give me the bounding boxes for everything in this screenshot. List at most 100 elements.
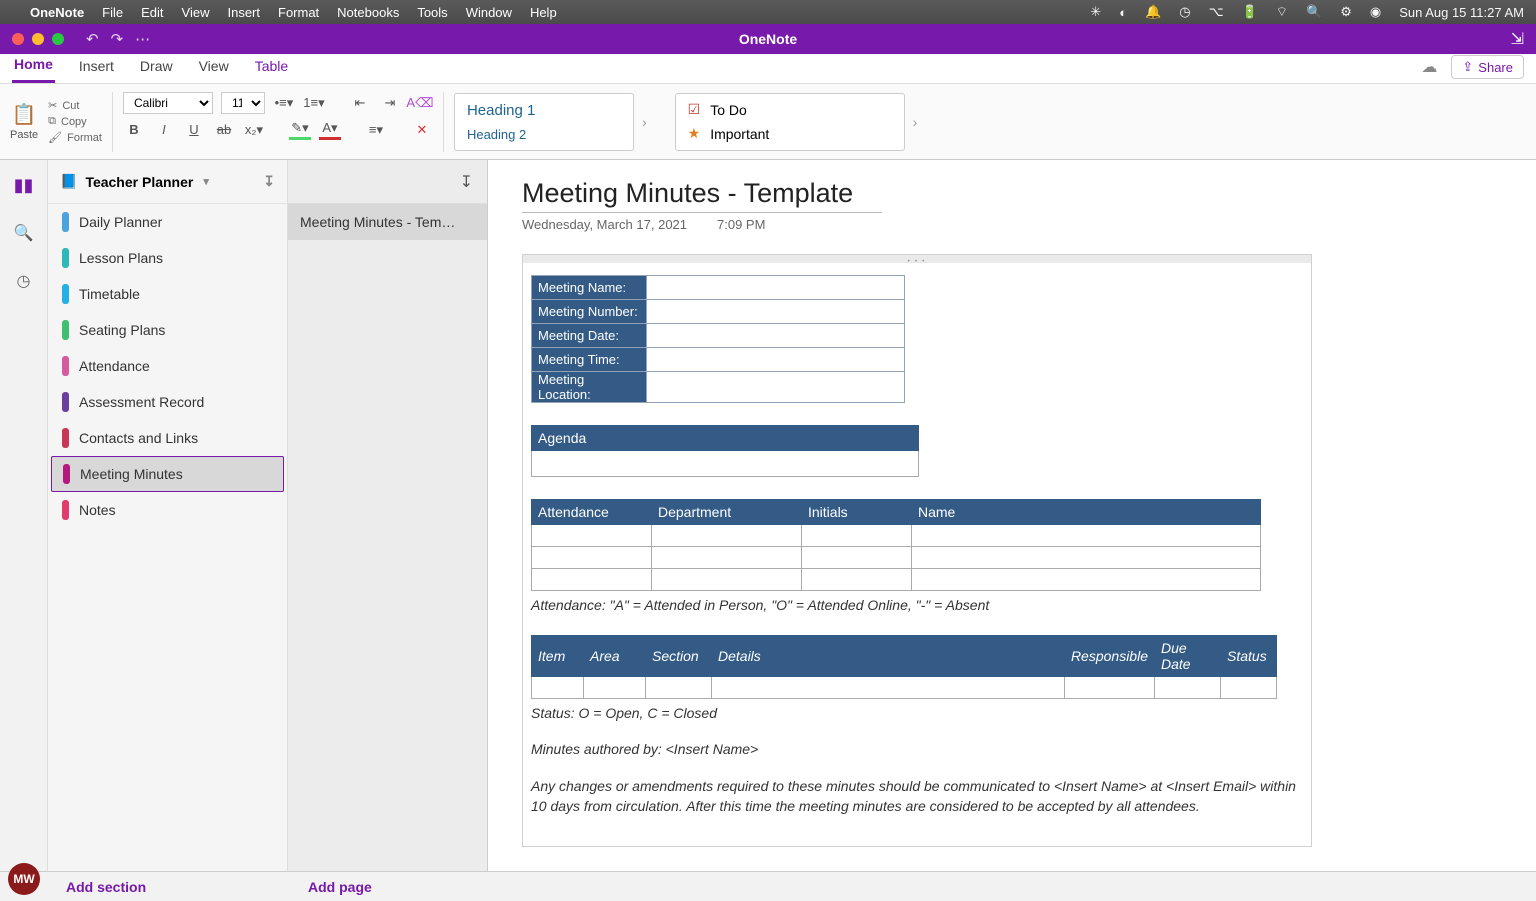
section-item[interactable]: Seating Plans [48,312,287,348]
container-grip[interactable] [523,255,1311,263]
statusbar-sync-icon[interactable]: ◐ [1119,5,1127,20]
tags-expand-icon[interactable]: › [913,114,918,130]
section-item[interactable]: Contacts and Links [48,420,287,456]
delete-button[interactable]: ✕ [411,120,433,140]
statusbar-clock-icon[interactable]: ◷ [1179,4,1190,20]
page-list-item[interactable]: Meeting Minutes - Tem… [288,204,487,240]
add-page-button[interactable]: Add page [288,879,488,895]
tags-gallery[interactable]: ☑︎To Do ★Important [675,93,905,151]
table-cell[interactable] [912,547,1261,569]
tag-important[interactable]: ★Important [688,125,892,142]
table-cell[interactable] [1221,677,1277,699]
items-header[interactable]: Area [584,636,646,677]
table-cell[interactable] [646,677,712,699]
menubar-app-name[interactable]: OneNote [30,5,84,20]
styles-gallery[interactable]: Heading 1 Heading 2 [454,93,634,151]
statusbar-bluetooth-icon[interactable]: ⌥ [1209,4,1224,20]
table-cell[interactable] [532,547,652,569]
statusbar-spotlight-icon[interactable]: 🔍 [1306,4,1322,20]
menu-tools[interactable]: Tools [417,5,447,20]
copy-button[interactable]: ⧉Copy [48,115,102,128]
underline-button[interactable]: U [183,120,205,140]
sync-status-icon[interactable]: ☁︎ [1421,57,1437,77]
meta-label[interactable]: Meeting Number: [532,300,647,324]
tab-view[interactable]: View [197,54,231,83]
items-header[interactable]: Status [1221,636,1277,677]
tab-insert[interactable]: Insert [77,54,116,83]
menu-view[interactable]: View [182,5,210,20]
menu-insert[interactable]: Insert [227,5,260,20]
statusbar-siri-icon[interactable]: ◉ [1370,4,1381,20]
clear-formatting-button[interactable]: A⌫ [409,93,431,113]
table-cell[interactable] [712,677,1065,699]
numbering-button[interactable]: 1≡▾ [303,93,325,113]
section-item[interactable]: Lesson Plans [48,240,287,276]
items-header[interactable]: Details [712,636,1065,677]
statusbar-asterisk-icon[interactable]: ✳︎ [1090,4,1101,20]
table-cell[interactable] [652,525,802,547]
att-header[interactable]: Name [912,500,1261,525]
tab-draw[interactable]: Draw [138,54,175,83]
menu-window[interactable]: Window [466,5,512,20]
section-item[interactable]: Meeting Minutes [51,456,284,492]
outdent-button[interactable]: ⇤ [349,93,371,113]
align-button[interactable]: ≡▾ [365,120,387,140]
agenda-header[interactable]: Agenda [532,426,919,451]
window-zoom-button[interactable] [52,33,64,45]
statusbar-notification-icon[interactable]: 🔔 [1145,4,1161,20]
statusbar-control-center-icon[interactable]: ⚙︎ [1340,4,1352,20]
window-minimize-button[interactable] [32,33,44,45]
section-item[interactable]: Daily Planner [48,204,287,240]
sort-pages-icon[interactable]: ↧ [460,172,473,192]
notebook-selector[interactable]: 📘 Teacher Planner ▾ ↧ [48,160,287,204]
tab-home[interactable]: Home [12,54,55,83]
tab-table[interactable]: Table [253,54,290,83]
disclaimer-text[interactable]: Any changes or amendments required to th… [531,777,1303,816]
share-button[interactable]: ⇪ Share [1451,55,1524,79]
agenda-table[interactable]: Agenda [531,425,919,477]
font-color-button[interactable]: A▾ [319,120,341,140]
meta-value-cell[interactable] [647,372,905,403]
strikethrough-button[interactable]: ab [213,120,235,140]
table-cell[interactable] [584,677,646,699]
meta-value-cell[interactable] [647,300,905,324]
add-section-button[interactable]: Add section [0,879,288,895]
section-item[interactable]: Attendance [48,348,287,384]
att-header[interactable]: Department [652,500,802,525]
items-header[interactable]: Due Date [1155,636,1221,677]
section-item[interactable]: Assessment Record [48,384,287,420]
page-title[interactable]: Meeting Minutes - Template [522,178,882,213]
menu-notebooks[interactable]: Notebooks [337,5,399,20]
menu-file[interactable]: File [102,5,123,20]
items-header[interactable]: Section [646,636,712,677]
meta-value-cell[interactable] [647,348,905,372]
table-cell[interactable] [912,569,1261,591]
attendance-table[interactable]: Attendance Department Initials Name [531,499,1261,591]
author-note[interactable]: Minutes authored by: <Insert Name> [531,741,1303,757]
action-items-table[interactable]: Item Area Section Details Responsible Du… [531,635,1277,699]
meeting-meta-table[interactable]: Meeting Name: Meeting Number: Meeting Da… [531,275,905,403]
agenda-cell[interactable] [532,451,919,477]
statusbar-battery-icon[interactable]: 🔋 [1242,4,1258,20]
table-cell[interactable] [912,525,1261,547]
section-item[interactable]: Timetable [48,276,287,312]
recent-rail-icon[interactable]: ◷ [13,270,35,292]
menu-help[interactable]: Help [530,5,557,20]
qat-undo-icon[interactable]: ↶ [86,30,99,48]
sort-icon[interactable]: ↧ [263,173,275,190]
window-close-button[interactable] [12,33,24,45]
style-heading2[interactable]: Heading 2 [467,127,621,142]
style-heading1[interactable]: Heading 1 [467,102,621,119]
att-header[interactable]: Initials [802,500,912,525]
bullets-button[interactable]: •≡▾ [273,93,295,113]
items-header[interactable]: Responsible [1064,636,1154,677]
menu-format[interactable]: Format [278,5,319,20]
qat-more-icon[interactable]: ⋯ [135,30,150,48]
meta-value-cell[interactable] [647,276,905,300]
cut-button[interactable]: ✂︎Cut [48,99,102,112]
window-present-icon[interactable]: ⇲ [1511,29,1524,49]
table-cell[interactable] [802,547,912,569]
paste-button[interactable]: 📋 Paste [10,102,38,141]
subscript-button[interactable]: x₂▾ [243,120,265,140]
table-cell[interactable] [652,569,802,591]
